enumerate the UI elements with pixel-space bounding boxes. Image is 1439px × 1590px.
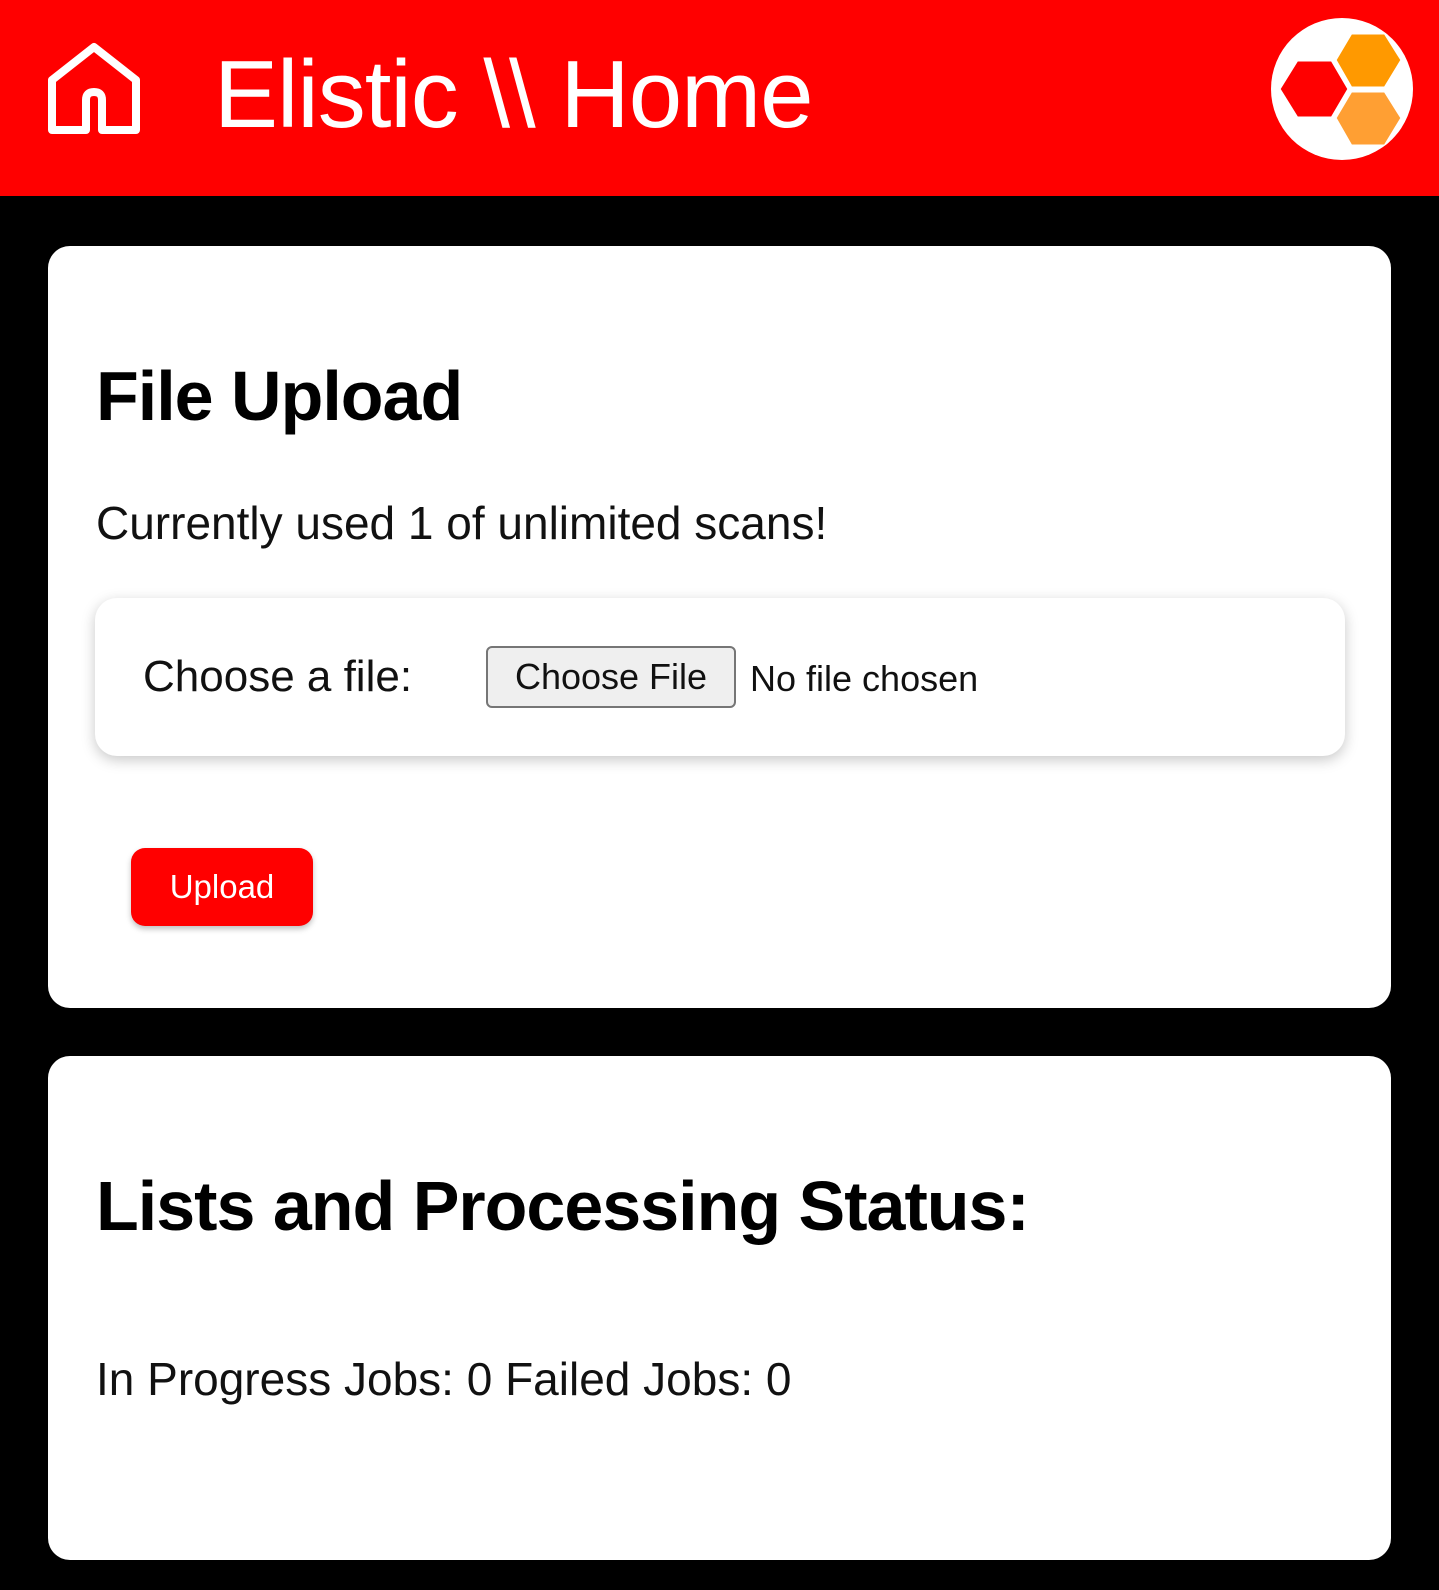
home-button[interactable] xyxy=(46,42,142,136)
file-status-text: No file chosen xyxy=(750,658,979,699)
page-title: Elistic \\ Home xyxy=(214,41,813,148)
upload-button[interactable]: Upload xyxy=(131,848,313,926)
jobs-status-text: In Progress Jobs: 0 Failed Jobs: 0 xyxy=(96,1353,792,1405)
hexagon-logo-icon[interactable] xyxy=(1271,18,1413,160)
choose-file-button[interactable]: Choose File xyxy=(486,646,736,708)
file-upload-card: File Upload Currently used 1 of unlimite… xyxy=(48,246,1391,1008)
file-chooser-box: Choose a file: Choose File No file chose… xyxy=(95,598,1345,756)
home-icon xyxy=(48,43,140,134)
processing-status-card: Lists and Processing Status: In Progress… xyxy=(48,1056,1391,1560)
scan-usage-text: Currently used 1 of unlimited scans! xyxy=(96,497,828,549)
file-label: Choose a file: xyxy=(143,652,413,701)
file-upload-title: File Upload xyxy=(96,357,463,435)
app-header: Elistic \\ Home xyxy=(0,0,1439,196)
processing-status-title: Lists and Processing Status: xyxy=(96,1167,1030,1245)
